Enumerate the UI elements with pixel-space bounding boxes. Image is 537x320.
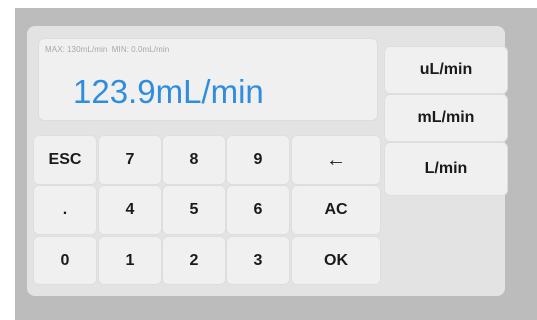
range-text: MAX: 130mL/min MIN: 0.0mL/min xyxy=(45,45,171,54)
entered-value: 123.9mL/min xyxy=(73,73,264,110)
digit-4-key[interactable]: 4 xyxy=(98,185,162,235)
esc-key[interactable]: ESC xyxy=(33,135,97,185)
digit-3-key[interactable]: 3 xyxy=(226,236,290,285)
backspace-key[interactable]: ← xyxy=(291,135,381,185)
digit-1-key[interactable]: 1 xyxy=(98,236,162,285)
min-label: MIN: xyxy=(111,45,130,54)
digit-2-key[interactable]: 2 xyxy=(162,236,226,285)
max-value: 130mL/min xyxy=(66,45,108,54)
keypad-dialog: MAX: 130mL/min MIN: 0.0mL/min 123.9mL/min … xyxy=(27,26,508,296)
unit-ml-min-button[interactable]: mL/min xyxy=(384,94,508,142)
digit-7-key[interactable]: 7 xyxy=(98,135,162,185)
all-clear-key[interactable]: AC xyxy=(291,185,381,235)
digit-5-key[interactable]: 5 xyxy=(162,185,226,235)
unit-ul-min-button[interactable]: uL/min xyxy=(384,46,508,94)
min-value: 0.0mL/min xyxy=(131,45,170,54)
value-display: MAX: 130mL/min MIN: 0.0mL/min 123.9mL/min xyxy=(38,38,378,121)
max-label: MAX: xyxy=(45,45,65,54)
digit-6-key[interactable]: 6 xyxy=(226,185,290,235)
ok-key[interactable]: OK xyxy=(291,236,381,285)
digit-9-key[interactable]: 9 xyxy=(226,135,290,185)
unit-l-min-button[interactable]: L/min xyxy=(384,142,508,196)
digit-8-key[interactable]: 8 xyxy=(162,135,226,185)
decimal-point-key[interactable]: . xyxy=(33,185,97,235)
digit-0-key[interactable]: 0 xyxy=(33,236,97,285)
